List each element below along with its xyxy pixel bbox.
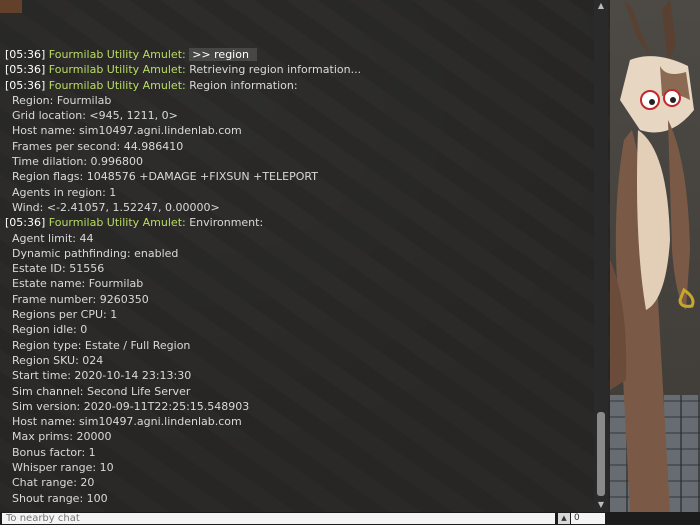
chat-info-text: Sim version: 2020-09-11T22:25:15.548903: [12, 399, 250, 413]
chat-line: Frames per second: 44.986410: [0, 139, 592, 154]
chat-info-text: Regions per CPU: 1: [12, 308, 118, 322]
chat-line: Shout range: 100: [0, 491, 592, 506]
chat-line: [05:36] Fourmilab Utility Amulet: >> reg…: [0, 47, 592, 62]
chat-line: Chat range: 20: [0, 475, 592, 490]
chat-history[interactable]: [05:36] Fourmilab Utility Amulet: >> reg…: [0, 47, 592, 512]
chat-message: Environment:: [189, 216, 264, 230]
chat-channel-field[interactable]: 0: [571, 513, 605, 524]
chat-line: Region flags: 1048576 +DAMAGE +FIXSUN +T…: [0, 169, 592, 184]
spinner-up-arrow-icon[interactable]: ▲: [558, 513, 570, 524]
nearby-chat-panel: [05:36] Fourmilab Utility Amulet: >> reg…: [0, 0, 610, 525]
chat-timestamp: [05:36]: [5, 48, 46, 61]
scroll-down-arrow-icon[interactable]: ▼: [594, 499, 608, 510]
chat-info-text: Host name: sim10497.agni.lindenlab.com: [12, 415, 242, 429]
chat-info-text: Frame number: 9260350: [12, 292, 149, 306]
chat-line: Region SKU: 024: [0, 353, 592, 368]
chat-line: Host name: sim10497.agni.lindenlab.com: [0, 123, 592, 138]
chat-timestamp: [05:36]: [5, 78, 46, 92]
chat-timestamp: [05:36]: [5, 216, 46, 230]
chat-info-text: Agents in region: 1: [12, 185, 117, 199]
chat-info-text: Max prims: 20000: [12, 430, 112, 444]
chat-info-text: Region SKU: 024: [12, 353, 104, 367]
chat-line: Region idle: 0: [0, 322, 592, 337]
chat-line: [05:36] Fourmilab Utility Amulet: Retrie…: [0, 62, 592, 77]
chat-line: Dynamic pathfinding: enabled: [0, 246, 592, 261]
chat-line: Wind: <-2.41057, 1.52247, 0.00000>: [0, 200, 592, 215]
chat-info-text: Estate name: Fourmilab: [12, 277, 144, 291]
nearby-chat-input[interactable]: [2, 513, 555, 524]
chat-info-text: Region flags: 1048576 +DAMAGE +FIXSUN +T…: [12, 170, 318, 184]
chat-line: Region: Fourmilab: [0, 93, 592, 108]
chat-line: Host name: sim10497.agni.lindenlab.com: [0, 414, 592, 429]
chat-info-text: Host name: sim10497.agni.lindenlab.com: [12, 124, 242, 138]
chat-line: Sim channel: Second Life Server: [0, 384, 592, 399]
chat-line: Start time: 2020-10-14 23:13:30: [0, 368, 592, 383]
chat-line: Agent limit: 44: [0, 231, 592, 246]
chat-info-text: Whisper range: 10: [12, 461, 114, 475]
chat-info-text: Dynamic pathfinding: enabled: [12, 246, 179, 260]
chat-info-text: Estate ID: 51556: [12, 262, 105, 276]
chat-sender-name[interactable]: Fourmilab Utility Amulet:: [49, 216, 186, 229]
chat-line: Region type: Estate / Full Region: [0, 338, 592, 353]
chat-line: Max prims: 20000: [0, 429, 592, 444]
chat-line: Bonus factor: 1: [0, 445, 592, 460]
chat-info-text: Frames per second: 44.986410: [12, 139, 184, 153]
chat-message: Region information:: [189, 78, 298, 92]
chat-line: Time dilation: 0.996800: [0, 154, 592, 169]
chat-sender-name[interactable]: Fourmilab Utility Amulet:: [49, 48, 186, 61]
chat-line: [05:36] Fourmilab Utility Amulet: Region…: [0, 78, 592, 93]
chat-line: Regions per CPU: 1: [0, 307, 592, 322]
chat-info-text: Region idle: 0: [12, 323, 88, 337]
chat-sender-name[interactable]: Fourmilab Utility Amulet:: [49, 63, 186, 76]
chat-line: Grid location: <945, 1211, 0>: [0, 108, 592, 123]
world-scene-avatar[interactable]: [610, 0, 700, 512]
chat-line: Estate name: Fourmilab: [0, 276, 592, 291]
scrollbar-thumb[interactable]: [597, 412, 605, 496]
chat-line: Agents in region: 1: [0, 185, 592, 200]
chat-info-text: Chat range: 20: [12, 476, 95, 490]
chat-line: Estate ID: 51556: [0, 261, 592, 276]
chat-message: Retrieving region information...: [189, 63, 362, 77]
chat-info-text: Wind: <-2.41057, 1.52247, 0.00000>: [12, 200, 220, 214]
chat-info-text: Agent limit: 44: [12, 231, 94, 245]
chat-info-text: Grid location: <945, 1211, 0>: [12, 109, 178, 123]
chat-line: Frame number: 9260350: [0, 292, 592, 307]
chat-message: >> region: [189, 48, 257, 61]
chat-sender-name[interactable]: Fourmilab Utility Amulet:: [49, 79, 186, 92]
scroll-up-arrow-icon[interactable]: ▲: [594, 0, 608, 11]
chat-line: [05:36] Fourmilab Utility Amulet: Enviro…: [0, 215, 592, 230]
chat-info-text: Shout range: 100: [12, 491, 108, 505]
coyote-avatar: [610, 0, 695, 512]
chat-scrollbar[interactable]: ▲ ▼: [594, 0, 608, 512]
chat-line: Sim version: 2020-09-11T22:25:15.548903: [0, 399, 592, 414]
chat-info-text: Sim channel: Second Life Server: [12, 384, 191, 398]
chat-info-text: Region type: Estate / Full Region: [12, 338, 191, 352]
chat-timestamp: [05:36]: [5, 63, 46, 77]
chat-line: Whisper range: 10: [0, 460, 592, 475]
chat-info-text: Time dilation: 0.996800: [12, 155, 144, 169]
chat-info-text: Start time: 2020-10-14 23:13:30: [12, 369, 192, 383]
chat-info-text: Bonus factor: 1: [12, 445, 96, 459]
chat-input-bar: ▲ 0: [0, 512, 700, 525]
chat-info-text: Region: Fourmilab: [12, 93, 112, 107]
